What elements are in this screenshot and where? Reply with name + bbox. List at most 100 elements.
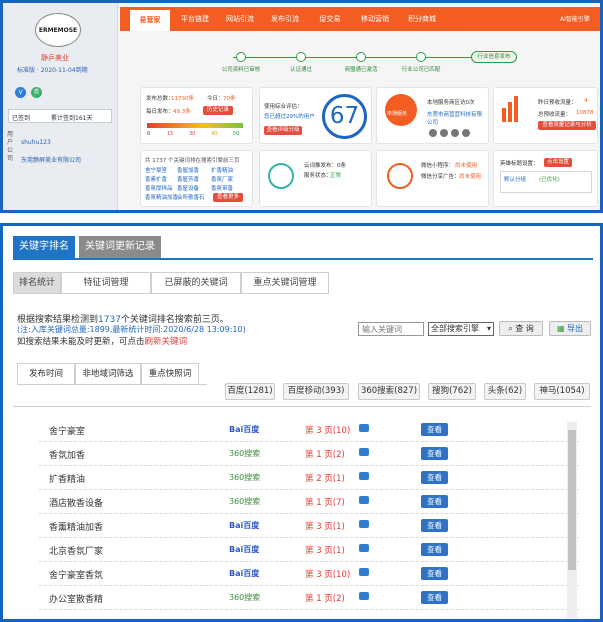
engine-filter-sogou[interactable]: 搜狗(762) xyxy=(428,383,476,400)
view-button[interactable]: 查看 xyxy=(421,543,448,556)
camera-icon[interactable] xyxy=(359,472,369,480)
keywords-intro: 共 1737 个关键词排在搜索引擎前三页 xyxy=(145,158,240,164)
keyword-link[interactable]: 舍宁豪室 xyxy=(145,166,167,174)
wechat-icon[interactable] xyxy=(451,129,459,137)
hero-label: 英雄标题设置： xyxy=(500,161,539,167)
engine-filter-shenma[interactable]: 神马(1054) xyxy=(534,383,590,400)
service-company[interactable]: 东莞市商营营科技有限公司 xyxy=(427,110,487,126)
table-row: 扩香精油 360搜索 第 2 页(1) 查看 xyxy=(39,466,579,490)
engine-filter-baidu-mobile[interactable]: 百度移动(393) xyxy=(283,383,349,400)
chevron-down-icon: ▾ xyxy=(486,324,491,333)
version-expiry: 标准版 · 2020-11-04到期 xyxy=(17,67,88,74)
nav-points-mall[interactable]: 积分商城 xyxy=(400,7,444,31)
camera-icon[interactable] xyxy=(359,448,369,456)
keywords-more-button[interactable]: 查看更多 xyxy=(213,193,243,202)
vip-icon[interactable]: V xyxy=(15,87,26,98)
view-button[interactable]: 查看 xyxy=(421,423,448,436)
filter-snapshot[interactable]: 重点快照词 xyxy=(141,363,199,385)
camera-icon[interactable] xyxy=(359,544,369,552)
keyword-link[interactable]: 香素扩香 xyxy=(145,175,167,183)
subtab-ranking-stats[interactable]: 排名统计 xyxy=(13,272,61,294)
share-ad-label: 微信分享广告： xyxy=(421,174,460,180)
service-visits: 本地服务商区访0次 xyxy=(427,100,475,106)
wechat-card: 微信小程序： 尚未使用 微信分享广告： 尚未使用 xyxy=(376,150,489,207)
view-button[interactable]: 查看 xyxy=(421,519,448,532)
keyword-link[interactable]: 香屋芳香 xyxy=(177,175,199,183)
keyword-link[interactable]: 香屋加香 xyxy=(177,166,199,174)
so360-logo: 360搜索 xyxy=(229,449,261,458)
query-button[interactable]: ⌕ 查 询 xyxy=(499,321,543,336)
table-row: 香氛加香 360搜索 第 1 页(2) 查看 xyxy=(39,442,579,466)
view-button[interactable]: 查看 xyxy=(421,591,448,604)
keyword-link[interactable]: 香氛带香 xyxy=(211,184,233,192)
tab-keyword-ranking[interactable]: 关键字排名 xyxy=(13,236,75,258)
view-button[interactable]: 查看 xyxy=(421,471,448,484)
nav-yiyingjia[interactable]: 易营家 xyxy=(130,10,170,31)
keyword-cell: 舍宁豪室香氛 xyxy=(49,571,104,581)
engine-select[interactable]: 全部搜索引擎 ▾ xyxy=(428,322,494,336)
keyword-cell: 香氛加香 xyxy=(49,451,86,461)
shield-icon[interactable]: 盾 xyxy=(31,87,42,98)
keyword-cell: 扩香精油 xyxy=(49,475,86,485)
nav-promote-deal[interactable]: 促交易 xyxy=(310,7,350,31)
keyword-link[interactable]: 香氛厚样品 xyxy=(145,184,173,192)
camera-icon[interactable] xyxy=(359,496,369,504)
subtab-feature-words[interactable]: 特征词管理 xyxy=(61,272,151,294)
hero-setting-button[interactable]: 点击设置 xyxy=(544,158,572,167)
camera-icon[interactable] xyxy=(359,592,369,600)
daily-label: 每日发布： xyxy=(146,109,174,115)
ai-engine-link[interactable]: AI智能引擎 xyxy=(560,14,590,23)
mail-icon[interactable] xyxy=(462,129,470,137)
username[interactable]: shuhu123 xyxy=(21,139,51,146)
camera-icon[interactable] xyxy=(359,424,369,432)
nav-publish-traffic[interactable]: 发布引流 xyxy=(265,7,305,31)
engine-filter-baidu[interactable]: 百度(1281) xyxy=(225,383,275,400)
history-button[interactable]: 历史记录 xyxy=(203,106,233,115)
user-company[interactable]: 东莞静屏美业有限公司 xyxy=(21,155,81,164)
camera-icon[interactable] xyxy=(359,568,369,576)
tab-update-records[interactable]: 关键词更新记录 xyxy=(79,236,161,258)
engine-filter-360[interactable]: 360搜索(827) xyxy=(358,383,420,400)
keyword-link[interactable]: 香氛精油加香 xyxy=(145,193,178,201)
keyword-ranking-panel: 关键字排名 关键词更新记录 排名统计 特征词管理 已屏蔽的关键词 重点关键词管理… xyxy=(0,223,603,622)
keyword-link[interactable]: 会所散香石 xyxy=(177,193,205,201)
camera-icon[interactable] xyxy=(359,520,369,528)
refresh-keywords-link[interactable]: 刷新关键词 xyxy=(145,337,188,347)
nav-site-traffic[interactable]: 网站引流 xyxy=(220,7,260,31)
today-label: 今日： xyxy=(207,96,224,102)
user-company-label: 用户公司 xyxy=(7,131,14,162)
step-dot xyxy=(296,52,306,62)
keyword-cell: 办公室散香精 xyxy=(49,595,104,605)
traffic-record-button[interactable]: 查看流量记录与分析 xyxy=(538,121,596,130)
view-button[interactable]: 查看 xyxy=(421,567,448,580)
step-label: 行业公司已匹配 xyxy=(401,67,441,73)
keyword-cell: 酒店散香设备 xyxy=(49,499,104,509)
filter-non-region[interactable]: 非地域词筛选 xyxy=(75,363,141,385)
score-label: 使用综合评估： xyxy=(264,104,303,110)
view-button[interactable]: 查看 xyxy=(421,447,448,460)
engine-filter-toutiao[interactable]: 头条(62) xyxy=(484,383,526,400)
table-row: 舍宁豪室 Bai百度 第 3 页(10) 查看 xyxy=(39,418,579,442)
keyword-link[interactable]: 扩香精油 xyxy=(211,166,233,174)
keyword-search-input[interactable] xyxy=(358,322,424,336)
publish-total-label: 发布总数： xyxy=(146,96,174,102)
subtab-key-keywords[interactable]: 重点关键词管理 xyxy=(241,272,329,294)
phone-icon[interactable] xyxy=(429,129,437,137)
stats-note: (注:入库关键词总量:1899,最新统计时间:2020/6/28 13:09:1… xyxy=(17,325,246,334)
subtab-blocked-keywords[interactable]: 已屏蔽的关键词 xyxy=(151,272,241,294)
score-detail-button[interactable]: 查看评级分级 xyxy=(264,126,302,135)
sign-in-bar[interactable]: 已签到 累计签到161天 xyxy=(8,109,112,123)
qq-icon[interactable] xyxy=(440,129,448,137)
filter-publish-time[interactable]: 发布时间 xyxy=(17,363,75,385)
keyword-link[interactable]: 香屋设备 xyxy=(177,184,199,192)
list-scrollbar[interactable] xyxy=(567,422,577,618)
step-publish-button[interactable]: 行业信息发布 xyxy=(471,51,517,63)
hero-field[interactable]: 默认分组 (已优化) xyxy=(500,171,592,193)
keyword-link[interactable]: 香氛厂家 xyxy=(211,175,233,183)
nav-platform-chain[interactable]: 平台链建 xyxy=(175,7,215,31)
scrollbar-thumb[interactable] xyxy=(568,430,576,570)
query-label: 查 询 xyxy=(515,324,534,333)
export-button[interactable]: ▦ 导出 xyxy=(549,321,591,336)
view-button[interactable]: 查看 xyxy=(421,495,448,508)
nav-mobile-marketing[interactable]: 移动营销 xyxy=(355,7,395,31)
